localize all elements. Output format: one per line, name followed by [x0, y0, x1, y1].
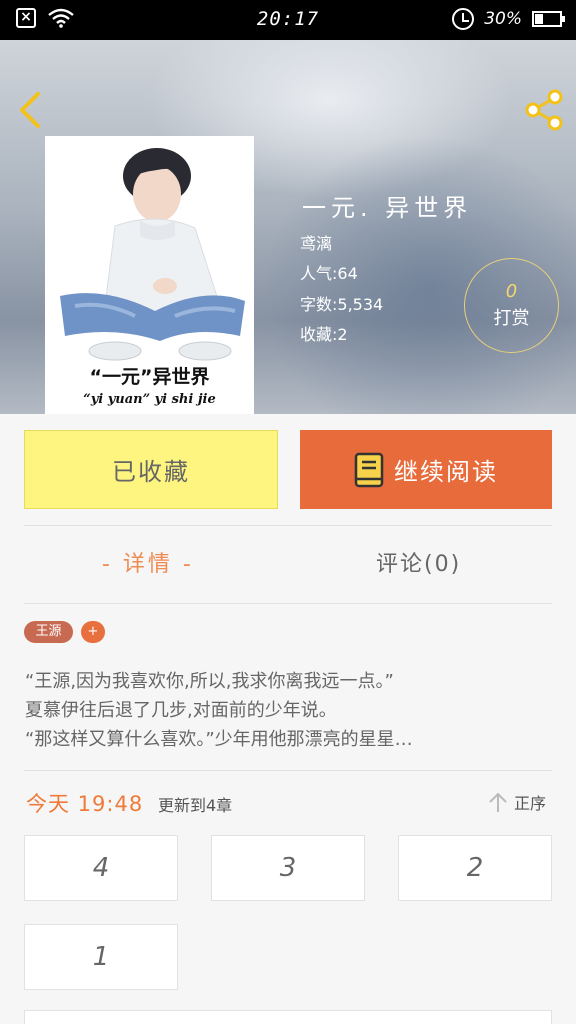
book-icon [354, 452, 384, 487]
chapter-item[interactable]: 4 [24, 835, 178, 901]
add-tag-button[interactable]: + [81, 621, 105, 643]
book-title: 一元. 异世界 [302, 194, 473, 222]
collected-label: 已收藏 [112, 458, 190, 486]
book-cover[interactable]: “一元”异世界 “yi yuan” yi shi jie [45, 136, 254, 414]
chapter-item[interactable]: 3 [211, 835, 365, 901]
chapter-item[interactable]: 1 [24, 924, 178, 990]
book-popularity: 人气:64 [300, 264, 358, 283]
update-text: 更新到4章 [158, 796, 233, 815]
status-bar: × 20:17 30% [0, 0, 576, 40]
synopsis[interactable]: “王源,因为我喜欢你,所以,我求你离我远一点。” 夏慕伊往后退了几步,对面前的少… [25, 667, 551, 754]
battery-percent: 30% [484, 9, 522, 29]
cover-subtitle-text: “yi yuan” yi shi jie [83, 392, 216, 407]
divider [24, 770, 552, 771]
divider [24, 525, 552, 526]
tab-comments[interactable]: 评论(0) [376, 546, 461, 578]
sort-order-label: 正序 [514, 794, 547, 813]
book-word-count: 字数:5,534 [300, 295, 384, 314]
arrow-up-icon [489, 792, 507, 812]
chapter-item[interactable]: 2 [398, 835, 552, 901]
synopsis-line: “那这样又算什么喜欢。”少年用他那漂亮的星星… [25, 729, 413, 750]
synopsis-line: 夏慕伊往后退了几步,对面前的少年说。 [25, 700, 337, 721]
reward-button[interactable]: 0 打赏 [464, 258, 559, 353]
tab-details[interactable]: - 详情 - [102, 546, 194, 578]
sort-order-button[interactable]: 正序 [488, 790, 546, 814]
continue-reading-label: 继续阅读 [394, 458, 498, 486]
cover-title-text: “一元”异世界 [89, 366, 210, 388]
battery-fill [535, 14, 543, 24]
continue-reading-button[interactable]: 继续阅读 [300, 430, 552, 509]
book-favorites: 收藏:2 [300, 325, 348, 344]
alarm-icon [452, 8, 475, 30]
reward-label: 打赏 [493, 308, 530, 329]
book-author[interactable]: 鸢漓 [300, 230, 332, 254]
reward-count: 0 [505, 281, 518, 302]
synopsis-line: “王源,因为我喜欢你,所以,我求你离我远一点。” [25, 671, 394, 692]
tag-author[interactable]: 王源 [24, 621, 73, 643]
battery-icon [532, 11, 565, 27]
back-icon[interactable] [14, 90, 46, 130]
collected-button[interactable]: 已收藏 [24, 430, 278, 509]
bottom-panel [24, 1010, 552, 1024]
update-time: 今天 19:48 [26, 792, 144, 816]
divider [24, 603, 552, 604]
share-icon[interactable] [522, 88, 566, 132]
cover-figure-image [45, 136, 254, 366]
book-header: “一元”异世界 “yi yuan” yi shi jie 一元. 异世界 鸢漓 … [0, 40, 576, 414]
